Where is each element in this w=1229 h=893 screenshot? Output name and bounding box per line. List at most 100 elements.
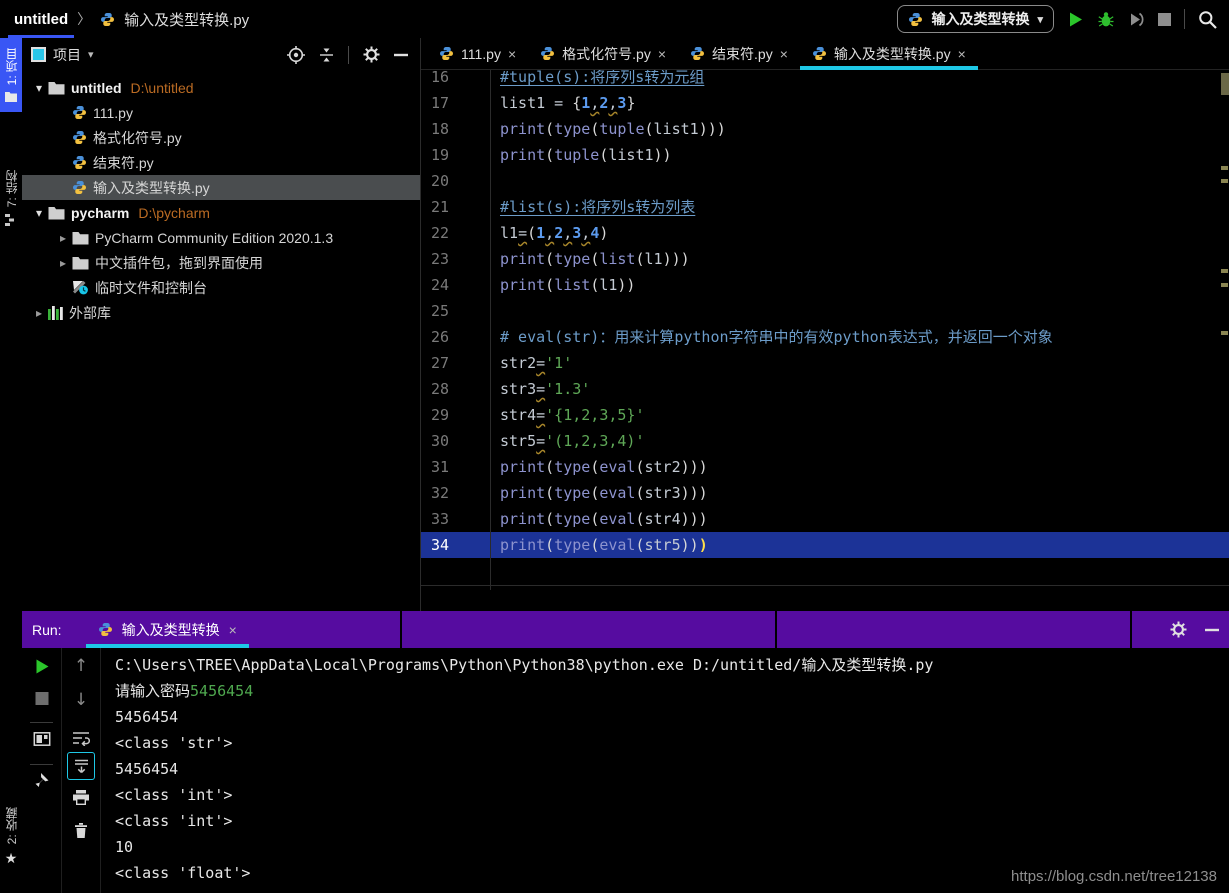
code-line[interactable]: 20 (421, 168, 1229, 194)
code-line[interactable]: 18 print(type(tuple(list1))) (421, 116, 1229, 142)
code-line[interactable]: 26 # eval(str)：用来计算python字符串中的有效python表达式… (421, 324, 1229, 350)
debug-button[interactable] (1097, 11, 1115, 28)
run-button[interactable] (1067, 11, 1084, 28)
tree-item[interactable]: 临时文件和控制台 (22, 275, 420, 300)
code-text[interactable] (490, 168, 500, 194)
warning-mark[interactable] (1221, 269, 1228, 273)
code-text[interactable]: #list(s):将序列s转为列表 (490, 194, 695, 220)
code-text[interactable]: list1 = {1,2,3} (490, 90, 635, 116)
code-text[interactable]: str5='(1,2,3,4)' (490, 428, 645, 454)
code-text[interactable]: print(type(eval(str3))) (490, 480, 708, 506)
close-icon[interactable]: × (780, 46, 788, 62)
editor-tab[interactable]: 格式化符号.py × (528, 38, 678, 69)
tool-button-favorites[interactable]: 2: 收藏 ★ (0, 787, 22, 887)
code-text[interactable]: l1=(1,2,3,4) (490, 220, 608, 246)
warning-mark[interactable] (1221, 283, 1228, 287)
tree-item[interactable]: 格式化符号.py (22, 125, 420, 150)
code-text[interactable]: print(list(l1)) (490, 272, 635, 298)
code-line[interactable]: 23 print(type(list(l1))) (421, 246, 1229, 272)
tool-button-structure[interactable]: 7: 结构 (0, 150, 22, 246)
stop-button[interactable] (1158, 12, 1171, 26)
chevron-down-icon[interactable]: ▾ (88, 48, 94, 61)
code-text[interactable]: print(tuple(list1)) (490, 142, 672, 168)
breadcrumb-file[interactable]: 输入及类型转换.py (124, 9, 249, 30)
code-area[interactable]: 16 #tuple(s):将序列s转为元组 17 list1 = {1,2,3} 18 p… (421, 70, 1229, 611)
project-panel-title[interactable]: 项目 (53, 45, 81, 65)
collapse-all-icon[interactable] (319, 47, 334, 63)
run-tab[interactable]: 输入及类型转换 × (85, 611, 249, 648)
code-line[interactable]: 32 print(type(eval(str3))) (421, 480, 1229, 506)
hide-panel-icon[interactable] (394, 53, 408, 57)
editor-tab[interactable]: 结束符.py × (678, 38, 800, 69)
code-text[interactable]: # eval(str)：用来计算python字符串中的有效python表达式，并… (490, 324, 1053, 350)
warning-mark[interactable] (1221, 331, 1228, 335)
code-line[interactable]: 34 print(type(eval(str5))) (421, 532, 1229, 558)
code-line[interactable]: 21 #list(s):将序列s转为列表 (421, 194, 1229, 220)
warning-mark[interactable] (1221, 179, 1228, 183)
down-stack-icon[interactable]: ↓ (74, 690, 88, 710)
tree-item[interactable]: ▸ PyCharm Community Edition 2020.1.3 (22, 225, 420, 250)
close-icon[interactable]: × (958, 46, 966, 62)
code-text[interactable]: print(type(eval(str2))) (490, 454, 708, 480)
tree-arrow-icon[interactable]: ▸ (54, 231, 72, 245)
locate-file-icon[interactable] (287, 45, 305, 64)
code-line[interactable]: 27 str2='1' (421, 350, 1229, 376)
code-text[interactable]: #tuple(s):将序列s转为元组 (490, 70, 704, 90)
tree-item[interactable]: ▾ untitled D:\untitled (22, 75, 420, 100)
stop-button[interactable] (35, 692, 48, 705)
error-stripe[interactable] (1219, 70, 1229, 611)
coverage-button[interactable] (1128, 11, 1145, 28)
code-text[interactable]: str3='1.3' (490, 376, 590, 402)
close-icon[interactable]: × (658, 46, 666, 62)
code-line[interactable]: 31 print(type(eval(str2))) (421, 454, 1229, 480)
tree-item[interactable]: 结束符.py (22, 150, 420, 175)
rerun-button[interactable] (33, 658, 50, 675)
tree-item[interactable]: 111.py (22, 100, 420, 125)
hide-panel-icon[interactable] (1205, 628, 1219, 632)
close-icon[interactable]: × (508, 46, 516, 62)
code-line[interactable]: 33 print(type(eval(str4))) (421, 506, 1229, 532)
tree-item[interactable]: 输入及类型转换.py (22, 175, 420, 200)
search-icon[interactable] (1198, 10, 1217, 29)
editor-tab[interactable]: 111.py × (427, 38, 528, 69)
gear-icon[interactable] (1170, 621, 1187, 638)
code-text[interactable]: print(type(tuple(list1))) (490, 116, 726, 142)
code-line[interactable]: 25 (421, 298, 1229, 324)
tree-arrow-icon[interactable]: ▸ (54, 256, 72, 270)
run-config-select[interactable]: 输入及类型转换 ▾ (897, 5, 1054, 33)
code-text[interactable]: print(type(eval(str4))) (490, 506, 708, 532)
code-text[interactable]: str2='1' (490, 350, 572, 376)
tree-item[interactable]: ▸ 外部库 (22, 300, 420, 325)
scrollbar-thumb[interactable] (1221, 73, 1229, 95)
up-stack-icon[interactable]: ↑ (74, 656, 88, 676)
breadcrumb-project[interactable]: untitled (14, 11, 68, 28)
tree-arrow-icon[interactable]: ▾ (30, 206, 48, 220)
restore-layout-button[interactable] (33, 732, 50, 746)
code-line[interactable]: 30 str5='(1,2,3,4)' (421, 428, 1229, 454)
tree-item[interactable]: ▸ 中文插件包，拖到界面使用 (22, 250, 420, 275)
scroll-to-end-icon[interactable] (67, 752, 95, 780)
code-text[interactable]: print(type(eval(str5))) (490, 532, 708, 558)
tree-arrow-icon[interactable]: ▾ (30, 81, 48, 95)
code-line[interactable]: 17 list1 = {1,2,3} (421, 90, 1229, 116)
code-line[interactable]: 24 print(list(l1)) (421, 272, 1229, 298)
warning-mark[interactable] (1221, 166, 1228, 170)
print-icon[interactable] (73, 790, 89, 805)
soft-wrap-icon[interactable] (72, 730, 90, 746)
tool-button-project[interactable]: 1: 项目 (0, 38, 22, 112)
code-line[interactable]: 29 str4='{1,2,3,5}' (421, 402, 1229, 428)
code-line[interactable]: 28 str3='1.3' (421, 376, 1229, 402)
code-line[interactable]: 22 l1=(1,2,3,4) (421, 220, 1229, 246)
code-line[interactable]: 19 print(tuple(list1)) (421, 142, 1229, 168)
code-text[interactable]: str4='{1,2,3,5}' (490, 402, 645, 428)
code-line[interactable]: 16 #tuple(s):将序列s转为元组 (421, 70, 1229, 90)
tree-item[interactable]: ▾ pycharm D:\pycharm (22, 200, 420, 225)
tree-arrow-icon[interactable]: ▸ (30, 306, 48, 320)
code-text[interactable]: print(type(list(l1))) (490, 246, 690, 272)
close-icon[interactable]: × (229, 622, 237, 638)
code-text[interactable] (490, 298, 500, 324)
clear-console-icon[interactable] (74, 822, 88, 838)
gear-icon[interactable] (363, 46, 380, 63)
editor-tab[interactable]: 输入及类型转换.py × (799, 38, 978, 70)
pin-icon[interactable] (34, 772, 49, 788)
